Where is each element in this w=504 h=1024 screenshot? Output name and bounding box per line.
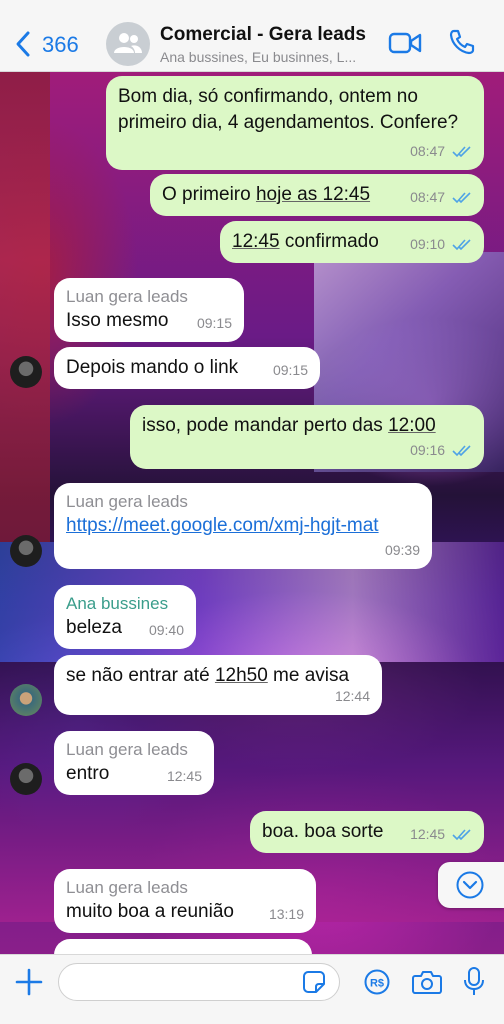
sender-avatar[interactable] xyxy=(10,535,42,567)
message-meta: 08:47 xyxy=(410,138,472,164)
detected-time-text[interactable]: 12h50 xyxy=(215,665,268,686)
message-text: Bom dia, só confirmando, ontem no primei… xyxy=(118,86,459,133)
detected-time-text[interactable]: hoje as 12:45 xyxy=(256,184,370,205)
outgoing-message[interactable]: Bom dia, só confirmando, ontem no primei… xyxy=(106,76,484,170)
video-camera-icon[interactable] xyxy=(388,30,422,56)
message-time: 09:15 xyxy=(272,362,308,378)
message-text: Depois mando o link xyxy=(66,357,239,378)
detected-time-text[interactable]: 12:45 xyxy=(232,231,280,252)
message-time: 08:47 xyxy=(410,143,446,159)
read-ticks-icon xyxy=(452,192,471,204)
message-text: O primeiro xyxy=(162,184,256,205)
incoming-message[interactable]: Luan gera leads Isso mesmo 09:15 xyxy=(54,278,244,342)
meeting-link[interactable]: https://meet.google.com/xmj-hgjt-mat xyxy=(66,515,379,536)
message-composer: R$ xyxy=(0,954,504,1024)
sender-name[interactable]: Luan gera leads xyxy=(66,491,420,513)
back-button[interactable]: 366 xyxy=(12,28,92,60)
outgoing-message[interactable]: isso, pode mandar perto das 12:00 09:16 xyxy=(130,405,484,469)
camera-icon[interactable] xyxy=(412,969,442,995)
microphone-icon[interactable] xyxy=(463,967,485,997)
message-time: 09:10 xyxy=(410,236,446,252)
message-time: 12:45 xyxy=(166,768,202,784)
incoming-message[interactable]: Depois mando o link 09:15 xyxy=(54,347,320,389)
message-time: 12:45 xyxy=(410,826,446,842)
sender-name[interactable]: Luan gera leads xyxy=(66,877,304,899)
read-ticks-icon xyxy=(452,239,471,251)
sticker-icon[interactable] xyxy=(302,970,326,994)
message-time: 09:16 xyxy=(410,442,446,458)
group-avatar-icon xyxy=(114,33,142,53)
message-time: 09:15 xyxy=(196,315,232,331)
incoming-message[interactable]: Ana bussines beleza 09:40 xyxy=(54,585,196,649)
sender-name[interactable]: Luan gera leads xyxy=(66,286,232,308)
message-meta: 09:10 xyxy=(410,231,472,257)
outgoing-message[interactable]: 12:45 confirmado 09:10 xyxy=(220,221,484,263)
read-ticks-icon xyxy=(452,445,471,457)
scroll-to-bottom-button[interactable] xyxy=(438,862,504,908)
message-time: 08:47 xyxy=(410,189,446,205)
message-text: beleza xyxy=(66,617,122,638)
message-text: Isso mesmo xyxy=(66,310,169,331)
incoming-message[interactable]: Luan gera leads muito boa a reunião 13:1… xyxy=(54,869,316,933)
plus-icon[interactable] xyxy=(14,967,44,997)
chevron-down-circle-icon xyxy=(456,871,484,899)
message-time: 09:40 xyxy=(148,622,184,638)
chat-participants[interactable]: Ana bussines, Eu businnes, L... xyxy=(160,49,356,65)
chat-title[interactable]: Comercial - Gera leads xyxy=(160,24,366,46)
incoming-message[interactable]: Luan gera leads https://meet.google.com/… xyxy=(54,483,432,569)
chat-header: 366 Comercial - Gera leads Ana bussines,… xyxy=(0,0,504,72)
read-ticks-icon xyxy=(452,829,471,841)
read-ticks-icon xyxy=(452,146,471,158)
message-text: entro xyxy=(66,763,110,784)
sender-avatar[interactable] xyxy=(10,684,42,716)
phone-icon[interactable] xyxy=(448,28,476,56)
group-avatar[interactable] xyxy=(106,22,150,66)
outgoing-message[interactable]: boa. boa sorte 12:45 xyxy=(250,811,484,853)
svg-text:R$: R$ xyxy=(370,978,384,990)
message-time: 12:44 xyxy=(334,688,370,704)
message-text: se não entrar até xyxy=(66,665,215,686)
sender-avatar[interactable] xyxy=(10,356,42,388)
message-input[interactable] xyxy=(58,963,340,1001)
message-time: 09:39 xyxy=(384,542,420,558)
detected-time-text[interactable]: 12:00 xyxy=(388,415,436,436)
sender-name[interactable]: Luan gera leads xyxy=(66,739,202,761)
pix-payment-icon[interactable]: R$ xyxy=(364,969,390,995)
message-text: confirmado xyxy=(279,231,379,252)
message-meta: 12:45 xyxy=(410,821,472,847)
message-text: muito boa a reunião xyxy=(66,901,234,922)
message-time: 13:19 xyxy=(268,906,304,922)
unread-count: 366 xyxy=(42,32,79,57)
message-meta: 08:47 xyxy=(410,184,472,210)
wallpaper-decor xyxy=(0,72,50,542)
message-text: isso, pode mandar perto das xyxy=(142,415,389,436)
chevron-left-icon xyxy=(16,31,30,57)
message-text: boa. boa sorte xyxy=(262,821,384,842)
message-meta: 09:16 xyxy=(410,437,472,463)
outgoing-message[interactable]: O primeiro hoje as 12:45 08:47 xyxy=(150,174,484,216)
sender-avatar[interactable] xyxy=(10,763,42,795)
incoming-message[interactable]: Luan gera leads entro 12:45 xyxy=(54,731,214,795)
sender-name[interactable]: Ana bussines xyxy=(66,593,184,615)
incoming-message[interactable]: se não entrar até 12h50 me avisa 12:44 xyxy=(54,655,382,715)
